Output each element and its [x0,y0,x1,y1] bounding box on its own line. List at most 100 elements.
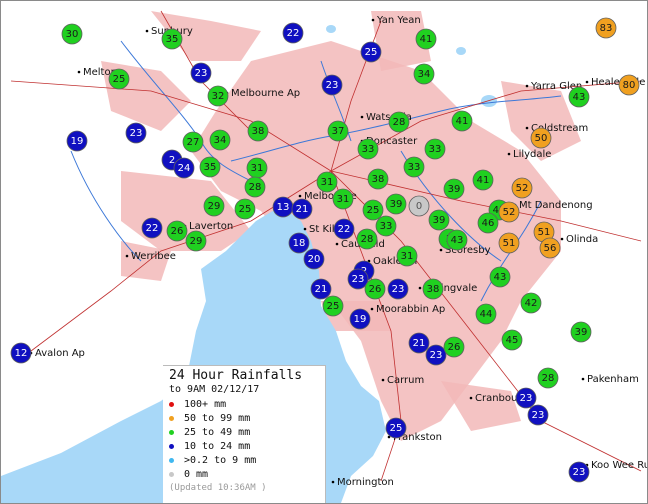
place-label: Mt Dandenong [519,200,593,211]
station-value: 38 [252,126,265,137]
station-marker: 38 [422,278,444,300]
station-marker: 28 [537,367,559,389]
station-marker: 21 [310,278,332,300]
station-marker: 44 [475,303,497,325]
station-marker: 22 [141,217,163,239]
station-marker: 80 [618,74,640,96]
station-value: 21 [413,338,426,349]
station-value: 23 [532,410,545,421]
place-label: Olinda [566,234,598,245]
station-marker: 25 [108,68,130,90]
station-marker: 35 [199,156,221,178]
station-value: 23 [352,274,365,285]
legend-item-0: 0 mm [163,467,325,481]
station-value: 37 [332,126,345,137]
station-marker: 22 [282,22,304,44]
station-marker: 31 [396,245,418,267]
station-marker: 23 [347,268,369,290]
station-marker: 31 [316,171,338,193]
station-marker: 23 [527,404,549,426]
station-marker: 23 [568,461,590,483]
place-dot [381,378,385,382]
station-value: 31 [337,194,350,205]
station-value: 25 [367,205,380,216]
station-value: 52 [516,183,529,194]
station-value: 46 [482,218,495,229]
station-value: 23 [392,284,405,295]
place-dot [77,70,81,74]
urban-area [441,381,521,431]
station-value: 31 [401,251,414,262]
station-value: 21 [296,204,309,215]
station-marker: 41 [472,169,494,191]
legend-dot-orange [169,415,174,421]
station-value: 39 [575,327,588,338]
station-marker: 25 [362,199,384,221]
station-marker: 19 [66,130,88,152]
station-value: 13 [277,202,290,213]
legend-dot-green [169,429,174,435]
reservoir [326,25,336,33]
station-value: 26 [448,342,461,353]
station-value: 56 [544,243,557,254]
station-marker: 23 [125,122,147,144]
legend-title: 24 Hour Rainfalls [169,368,303,383]
station-value: 25 [390,423,403,434]
station-marker: 35 [161,28,183,50]
station-value: 18 [293,238,306,249]
station-marker: 28 [356,228,378,250]
station-marker: 50 [530,127,552,149]
reservoir [456,47,466,55]
place-dot [439,248,443,252]
station-value: 28 [249,182,262,193]
station-value: 23 [573,467,586,478]
station-marker: 33 [424,138,446,160]
place-dot [125,254,129,258]
station-marker: 12 [10,342,32,364]
station-value: 21 [315,284,328,295]
station-marker: 21 [291,198,313,220]
place-dot [145,29,149,33]
place-dot [507,152,511,156]
place-label: Lilydale [513,149,551,160]
station-value: 45 [506,335,519,346]
station-value: 42 [525,298,538,309]
station-value: 25 [239,204,252,215]
legend-item-50-99: 50 to 99 mm [163,411,325,425]
station-value: 29 [208,201,221,212]
station-marker: 38 [367,168,389,190]
place-dot [360,115,364,119]
station-marker: 28 [388,111,410,133]
station-value: 51 [503,238,516,249]
place-label: Moorabbin Ap [376,304,445,315]
legend-item-25-49: 25 to 49 mm [163,425,325,439]
station-value: 80 [623,80,636,91]
station-marker: 56 [539,237,561,259]
station-value: 0 [416,201,422,212]
station-marker: 41 [415,28,437,50]
station-marker: 51 [498,232,520,254]
station-value: 31 [321,177,334,188]
station-value: 83 [600,23,613,34]
station-value: 41 [456,116,469,127]
station-marker: 22 [333,218,355,240]
place-label: Mornington [337,477,394,488]
station-marker: 39 [443,178,465,200]
station-value: 34 [214,135,227,146]
station-marker: 43 [489,266,511,288]
station-marker: 39 [570,321,592,343]
station-value: 41 [420,34,433,45]
place-label: Melbourne Ap [231,88,300,99]
station-value: 28 [393,117,406,128]
station-marker: 25 [234,198,256,220]
station-value: 23 [195,68,208,79]
station-value: 20 [308,254,321,265]
legend-subtitle: to 9AM 02/12/17 [169,384,260,395]
station-marker: 23 [515,387,537,409]
station-marker: 23 [190,62,212,84]
place-dot [560,237,564,241]
station-value: 23 [430,350,443,361]
station-value: 28 [361,234,374,245]
station-value: 50 [535,133,548,144]
station-value: 28 [542,373,555,384]
